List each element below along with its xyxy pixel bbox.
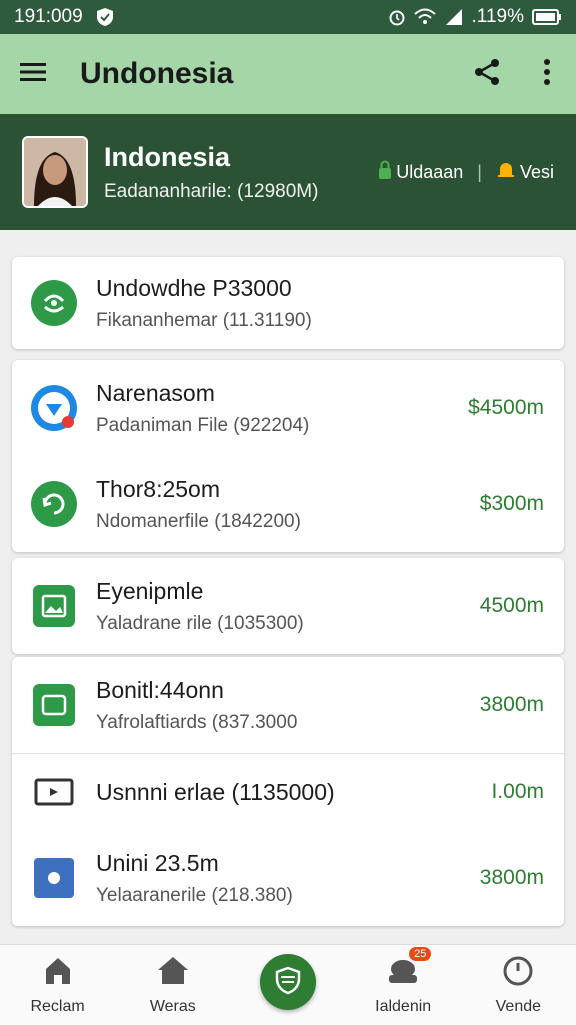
item-amount: $300m [479,492,544,515]
more-vert-icon[interactable] [542,57,552,92]
lock-icon [378,160,392,185]
item-amount: $4500m [468,396,544,419]
card-featured: Undowdhe P33000 Fikananhemar (11.31190) [12,257,564,349]
nav-item-weras[interactable]: Weras [123,955,223,1016]
badge-right[interactable]: Vesi [496,160,554,185]
item-subtitle: Ndomanerfile (1842200) [96,510,301,532]
card-group-3: Bonitl:44onn Yafrolaftiards (837.3000 38… [12,657,564,926]
list-item[interactable]: Narenasom Padaniman File (922204) $4500m [12,360,564,456]
nav-item-ialdenin[interactable]: 25 Ialdenin [353,946,453,1016]
shield-icon [273,965,303,1000]
battery-text: .119% [471,6,524,27]
divider: | [477,161,482,182]
nav-label: Vende [495,997,542,1015]
tablet-icon [30,681,78,729]
center-action-button[interactable] [259,954,316,1010]
share-icon[interactable] [472,57,502,92]
item-title: Unini 23.5m [96,849,219,876]
nav-item-reclam[interactable]: Reclam [8,955,108,1016]
home-icon [42,955,74,992]
item-amount: I.00m [491,780,544,803]
monitor-icon [30,768,78,816]
nav-item-center[interactable] [238,954,338,1016]
signal-icon [444,8,464,26]
card-group-1: Narenasom Padaniman File (922204) $4500m… [12,360,564,552]
status-bar: 191:009 .119% [0,0,576,34]
nav-label: Ialdenin [375,997,432,1015]
badge-right-label: Vesi [519,161,554,182]
item-amount: 3800m [479,693,544,716]
menu-icon[interactable] [18,60,48,89]
bell-icon [496,160,516,185]
item-subtitle: Yelaaranerile (218.380) [96,884,293,906]
bottom-nav: Reclam Weras 25 Ialdenin Vende [0,944,576,1025]
house-icon [156,955,190,992]
item-subtitle: Padaniman File (922204) [96,414,310,436]
item-title: Undowdhe P33000 [96,274,292,301]
clock-icon [502,955,534,992]
badge-left-label: Uldaaan [396,161,464,182]
list-item[interactable]: Eyenipmle Yaladrane rile (1035300) 4500m [12,558,564,654]
item-title: Narenasom [96,379,215,406]
app-title: Undonesia [80,57,234,90]
list-item[interactable]: Bonitl:44onn Yafrolaftiards (837.3000 38… [12,657,564,753]
status-time: 191:009 [14,6,83,27]
profile-name: Indonesia [104,141,231,172]
record-icon [30,854,78,902]
wallet-icon [30,279,78,327]
wifi-icon [413,8,436,26]
badge-left[interactable]: Uldaaan [378,160,463,185]
list-item[interactable]: Unini 23.5m Yelaaranerile (218.380) 3800… [12,830,564,926]
list-item[interactable]: Thor8:25om Ndomanerfile (1842200) $300m [12,456,564,552]
nav-label: Reclam [30,997,85,1015]
item-amount: 4500m [479,594,544,617]
refresh-icon [30,480,78,528]
list-item[interactable]: Undowdhe P33000 Fikananhemar (11.31190) [12,257,564,349]
avatar[interactable] [22,136,88,208]
item-title: Usnnni erlae (1135000) [96,778,335,805]
app-logo-icon [30,384,78,432]
nav-label: Weras [149,997,196,1015]
item-title: Bonitl:44onn [96,676,224,703]
alarm-icon [388,8,406,26]
card-group-2: Eyenipmle Yaladrane rile (1035300) 4500m [12,558,564,654]
list-item[interactable]: Usnnni erlae (1135000) I.00m [12,754,564,830]
item-subtitle: Yaladrane rile (1035300) [96,612,304,634]
shield-icon [95,7,115,27]
item-subtitle: Yafrolaftiards (837.3000 [96,711,298,733]
battery-icon [532,8,562,26]
notification-badge: 25 [409,946,432,961]
nav-item-vende[interactable]: Vende [468,955,568,1016]
item-amount: 3800m [479,866,544,889]
app-bar: Undonesia [0,34,576,114]
item-title: Eyenipmle [96,577,204,604]
item-subtitle: Fikananhemar (11.31190) [96,309,312,331]
image-icon [30,582,78,630]
item-title: Thor8:25om [96,475,221,502]
profile-header: Indonesia Eadananharile: (12980M) Uldaaa… [0,114,576,230]
profile-subtitle: Eadananharile: (12980M) [104,180,319,202]
